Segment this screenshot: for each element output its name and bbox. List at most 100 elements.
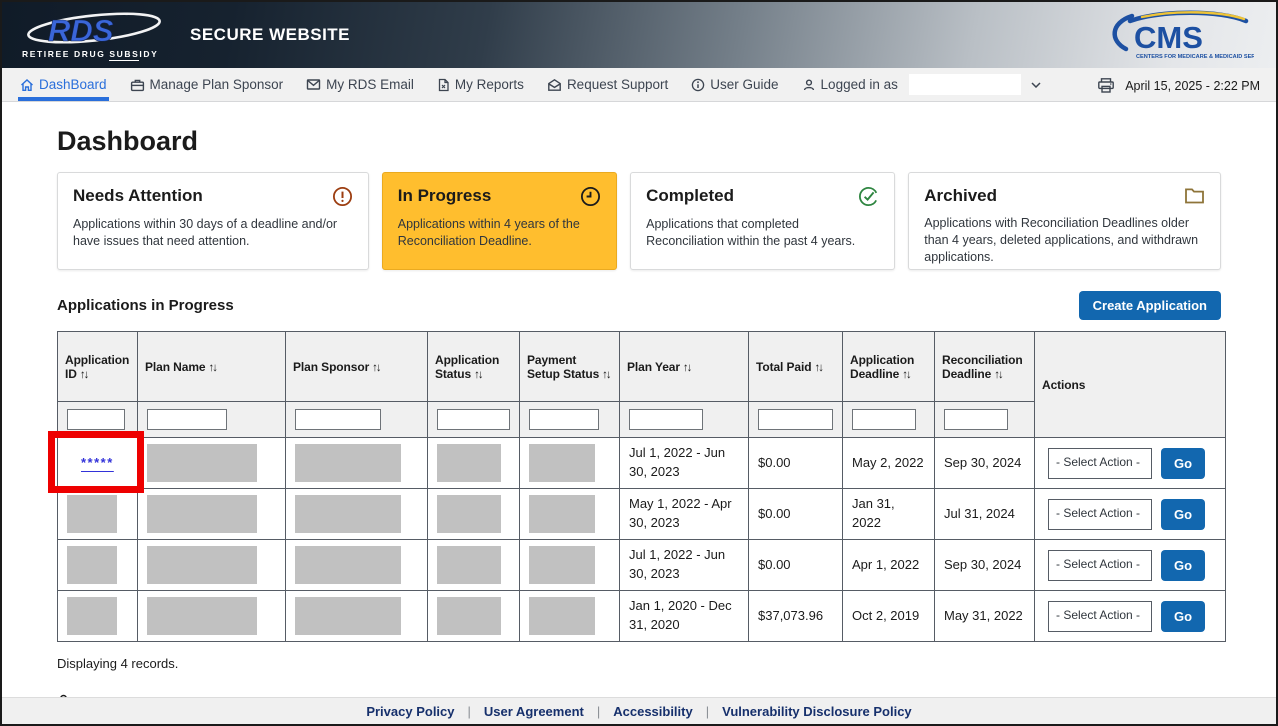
plan-year-cell: May 1, 2022 - Apr 30, 2023 <box>620 489 749 540</box>
table-row: ***** Jul 1, 2022 - Jun 30, 2023 $0.00 M… <box>58 438 1226 489</box>
application-deadline-cell: Jan 31, 2022 <box>843 489 935 540</box>
redacted-plan-sponsor <box>295 444 401 482</box>
column-header-application-id[interactable]: Application ID↑↓ <box>58 332 138 402</box>
envelope-icon <box>306 78 321 91</box>
main-content: Dashboard Needs Attention Applications w… <box>2 126 1276 709</box>
reconciliation-deadline-cell: Jul 31, 2024 <box>935 489 1035 540</box>
column-header-reconciliation-deadline[interactable]: Reconciliation Deadline↑↓ <box>935 332 1035 402</box>
sort-icon: ↑↓ <box>474 369 482 381</box>
printer-icon[interactable] <box>1097 77 1115 94</box>
filter-input-payment-setup-status[interactable] <box>529 409 599 430</box>
sort-icon: ↑↓ <box>208 362 216 374</box>
total-paid-cell: $0.00 <box>749 540 843 591</box>
card-in-progress[interactable]: In Progress Applications within 4 years … <box>382 172 617 270</box>
column-header-application-deadline[interactable]: Application Deadline↑↓ <box>843 332 935 402</box>
redacted-application-id <box>67 495 117 533</box>
application-deadline-cell: May 2, 2022 <box>843 438 935 489</box>
filter-input-application-id[interactable] <box>67 409 125 430</box>
filter-input-plan-sponsor[interactable] <box>295 409 381 430</box>
folder-icon <box>1184 186 1205 205</box>
redacted-plan-sponsor <box>295 546 401 584</box>
go-button[interactable]: Go <box>1161 601 1205 632</box>
filter-input-plan-name[interactable] <box>147 409 227 430</box>
card-description: Applications within 4 years of the Recon… <box>398 216 601 250</box>
select-action-dropdown[interactable]: - Select Action - <box>1048 601 1152 632</box>
go-button[interactable]: Go <box>1161 499 1205 530</box>
filter-input-total-paid[interactable] <box>758 409 833 430</box>
column-header-application-status[interactable]: Application Status↑↓ <box>428 332 520 402</box>
applications-table: Application ID↑↓ Plan Name↑↓ Plan Sponso… <box>57 331 1226 642</box>
table-row: May 1, 2022 - Apr 30, 2023 $0.00 Jan 31,… <box>58 489 1226 540</box>
redacted-plan-name <box>147 444 257 482</box>
nav-item-dashboard[interactable]: DashBoard <box>18 68 109 101</box>
total-paid-cell: $37,073.96 <box>749 591 843 642</box>
nav-item-request-support[interactable]: Request Support <box>545 68 670 101</box>
table-row: Jul 1, 2022 - Jun 30, 2023 $0.00 Apr 1, … <box>58 540 1226 591</box>
logged-in-user-select[interactable] <box>909 74 1021 95</box>
application-deadline-cell: Oct 2, 2019 <box>843 591 935 642</box>
application-id-link[interactable]: ***** <box>81 455 114 470</box>
column-header-plan-year[interactable]: Plan Year↑↓ <box>620 332 749 402</box>
redacted-plan-sponsor <box>295 495 401 533</box>
rds-secure-website-screen: RDS Retiree Drug Subsidy SECURE WEBSITE … <box>0 0 1278 726</box>
rds-logo-swoosh-icon: RDS <box>22 11 172 47</box>
go-button[interactable]: Go <box>1161 550 1205 581</box>
card-archived[interactable]: Archived Applications with Reconciliatio… <box>908 172 1221 270</box>
filter-input-reconciliation-deadline[interactable] <box>944 409 1008 430</box>
create-application-button[interactable]: Create Application <box>1079 291 1221 320</box>
support-icon <box>547 78 562 92</box>
redacted-application-status <box>437 597 501 635</box>
sort-icon: ↑↓ <box>902 369 910 381</box>
report-icon <box>437 78 450 92</box>
select-action-dropdown[interactable]: - Select Action - <box>1048 550 1152 581</box>
card-completed[interactable]: Completed Applications that completed Re… <box>630 172 895 270</box>
footer-link-user-agreement[interactable]: User Agreement <box>484 704 584 719</box>
card-title: In Progress <box>398 186 492 206</box>
total-paid-cell: $0.00 <box>749 489 843 540</box>
reconciliation-deadline-cell: Sep 30, 2024 <box>935 438 1035 489</box>
card-needs-attention[interactable]: Needs Attention Applications within 30 d… <box>57 172 369 270</box>
svg-text:CMS: CMS <box>1134 20 1203 55</box>
column-header-total-paid[interactable]: Total Paid↑↓ <box>749 332 843 402</box>
cms-logo: CMS CENTERS FOR MEDICARE & MEDICAID SERV… <box>1102 9 1254 61</box>
chevron-down-icon[interactable] <box>1031 82 1041 88</box>
filter-input-application-status[interactable] <box>437 409 510 430</box>
top-banner: RDS Retiree Drug Subsidy SECURE WEBSITE … <box>2 2 1276 68</box>
filter-input-application-deadline[interactable] <box>852 409 916 430</box>
footer-link-privacy-policy[interactable]: Privacy Policy <box>366 704 454 719</box>
application-deadline-cell: Apr 1, 2022 <box>843 540 935 591</box>
sort-icon: ↑↓ <box>372 362 380 374</box>
clock-icon <box>580 186 601 207</box>
footer-link-accessibility[interactable]: Accessibility <box>613 704 693 719</box>
sort-icon: ↑↓ <box>994 369 1002 381</box>
go-button[interactable]: Go <box>1161 448 1205 479</box>
sort-icon: ↑↓ <box>683 362 691 374</box>
cms-logo-icon: CMS CENTERS FOR MEDICARE & MEDICAID SERV… <box>1102 9 1254 61</box>
nav-item-manage-plan-sponsor[interactable]: Manage Plan Sponsor <box>128 68 286 101</box>
card-description: Applications with Reconciliation Deadlin… <box>924 215 1205 266</box>
rds-tagline: Retiree Drug Subsidy <box>22 49 172 59</box>
select-action-dropdown[interactable]: - Select Action - <box>1048 448 1152 479</box>
redacted-payment-setup-status <box>529 546 595 584</box>
nav-item-my-reports[interactable]: My Reports <box>435 68 526 101</box>
secure-website-title: SECURE WEBSITE <box>190 25 350 45</box>
footer-link-vulnerability-disclosure-policy[interactable]: Vulnerability Disclosure Policy <box>722 704 912 719</box>
footer: Privacy Policy | User Agreement | Access… <box>2 697 1276 724</box>
column-header-payment-setup-status[interactable]: Payment Setup Status↑↓ <box>520 332 620 402</box>
card-description: Applications within 30 days of a deadlin… <box>73 216 353 250</box>
column-header-plan-name[interactable]: Plan Name↑↓ <box>138 332 286 402</box>
redacted-plan-name <box>147 546 257 584</box>
nav-item-user-guide[interactable]: User Guide <box>689 68 780 101</box>
nav-item-my-rds-email[interactable]: My RDS Email <box>304 68 416 101</box>
redacted-application-status <box>437 444 501 482</box>
redacted-application-status <box>437 495 501 533</box>
column-header-plan-sponsor[interactable]: Plan Sponsor↑↓ <box>286 332 428 402</box>
reconciliation-deadline-cell: Sep 30, 2024 <box>935 540 1035 591</box>
logged-in-as: Logged in as <box>800 68 1043 101</box>
card-title: Archived <box>924 186 997 206</box>
select-action-dropdown[interactable]: - Select Action - <box>1048 499 1152 530</box>
card-title: Completed <box>646 186 734 206</box>
status-cards: Needs Attention Applications within 30 d… <box>57 172 1221 270</box>
user-icon <box>802 78 816 92</box>
filter-input-plan-year[interactable] <box>629 409 703 430</box>
